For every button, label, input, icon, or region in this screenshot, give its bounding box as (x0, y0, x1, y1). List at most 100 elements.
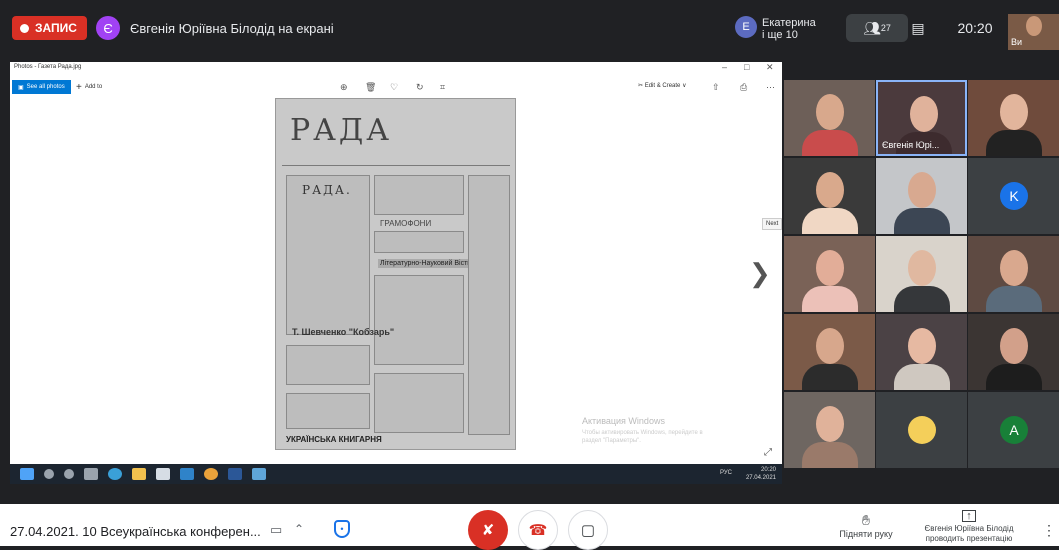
participants-count: 27 (880, 23, 891, 33)
participant-tile-active[interactable]: Євгенія Юрі... (876, 80, 967, 156)
newspaper-masthead: РАДА (290, 113, 393, 148)
participant-tile[interactable] (784, 392, 875, 468)
participant-face (908, 250, 936, 286)
meeting-title[interactable]: 27.04.2021. 10 Всеукраїнська конферен... (10, 524, 261, 539)
participant-face (908, 172, 936, 208)
mic-off-button[interactable]: ✘ (468, 510, 508, 550)
tray-date: 27.04.2021 (745, 475, 776, 481)
windows-activation-title: Активация Windows (582, 416, 665, 426)
recording-badge[interactable]: ЗАПИС (12, 16, 87, 40)
people-icon: 👥︎ (863, 19, 881, 36)
participant-tile[interactable] (784, 314, 875, 390)
more-icon[interactable]: ⋯ (766, 82, 775, 93)
participant-body (802, 364, 858, 390)
participant-body (986, 130, 1042, 156)
chat-icon: ▤ (911, 19, 925, 36)
tray-time: 20:20 (760, 467, 776, 473)
edit-create-button[interactable]: ✂ Edit & Create ∨ (638, 82, 686, 89)
add-to-button[interactable]: + Add to (76, 80, 102, 94)
camera-icon: ▢ (580, 522, 596, 539)
task-view-icon[interactable] (84, 468, 98, 480)
shield-icon[interactable]: • (334, 520, 350, 538)
self-view-thumbnail[interactable]: Ви (1008, 14, 1059, 50)
tray-clock[interactable]: 20:20 27.04.2021 (746, 466, 776, 482)
share-icon[interactable]: ⇧ (712, 82, 720, 93)
participant-face (816, 94, 844, 130)
article-block (286, 393, 370, 429)
delete-icon[interactable]: 🗑︎ (365, 82, 376, 93)
meet-top-bar: ЗАПИС Є Євгенія Юріївна Білодід на екран… (0, 0, 1059, 62)
print-icon[interactable]: ⎙ (740, 82, 747, 93)
file-explorer-icon[interactable] (132, 468, 146, 480)
hang-up-icon: ☎ (528, 522, 548, 539)
participant-tile[interactable] (876, 314, 967, 390)
photos-icon[interactable] (252, 468, 266, 480)
plus-icon: + (76, 81, 82, 93)
participant-emoji-avatar (908, 416, 936, 444)
more-options-icon[interactable]: ⋮ (1042, 522, 1056, 539)
chevron-down-icon: ∨ (682, 83, 687, 89)
participant-tile-avatar[interactable]: K (968, 158, 1059, 234)
edit-icon: ✂ (638, 83, 644, 89)
mic-off-icon: ✘ (481, 522, 495, 539)
meet-bottom-bar: 27.04.2021. 10 Всеукраїнська конферен...… (0, 504, 1059, 550)
fullscreen-icon[interactable]: ⤢ (764, 447, 772, 458)
participant-tile[interactable] (968, 236, 1059, 312)
participant-tile[interactable] (968, 314, 1059, 390)
raise-hand-button[interactable]: ✋︎ Підняти руку (836, 512, 896, 539)
participant-tile[interactable] (876, 236, 967, 312)
speaker-more: і ще 10 (762, 29, 798, 41)
favorite-icon[interactable]: ♡ (390, 82, 398, 93)
raise-hand-label: Підняти руку (839, 529, 893, 539)
speaker-summary: Екатерина і ще 10 (762, 17, 816, 41)
see-all-photos-button[interactable]: ▣ See all photos (12, 80, 71, 94)
presenter-avatar: Є (96, 16, 120, 40)
edge-icon[interactable] (108, 468, 122, 480)
participant-face (1000, 94, 1028, 130)
record-dot-icon (20, 23, 29, 33)
restore-icon[interactable]: □ (744, 62, 749, 72)
next-arrow-icon[interactable]: ❯ (749, 258, 771, 289)
newspaper-image: РАДА РАДА. ГРАМОФОНИ Літературно-Наукови… (275, 98, 516, 450)
info-icon[interactable]: ▭ (270, 522, 282, 538)
crop-icon[interactable]: ⌗ (440, 82, 445, 93)
participant-tile[interactable] (968, 80, 1059, 156)
minimize-icon[interactable]: – (722, 62, 727, 72)
presenting-button[interactable]: ↑ Євгенія Юріївна Білодід проводить през… (914, 510, 1024, 544)
chat-button[interactable]: ▤ (898, 14, 938, 42)
add-to-label: Add to (84, 84, 103, 90)
presenting-label: Євгенія Юріївна Білодід проводить презен… (924, 524, 1014, 543)
cortana-icon[interactable] (64, 469, 74, 479)
end-call-button[interactable]: ☎ (518, 510, 558, 550)
participant-face (908, 328, 936, 364)
word-icon[interactable] (228, 468, 242, 480)
zoom-icon[interactable]: ⊕ (340, 82, 348, 93)
participant-tile[interactable] (784, 80, 875, 156)
participant-tile-avatar[interactable]: A (968, 392, 1059, 468)
search-icon[interactable] (44, 469, 54, 479)
participant-tile-avatar[interactable] (876, 392, 967, 468)
participant-body (802, 286, 858, 312)
store-icon[interactable] (156, 468, 170, 480)
participant-tile[interactable] (784, 236, 875, 312)
photos-window-title: Photos - Газета Рада.jpg (14, 64, 82, 70)
rotate-icon[interactable]: ↻ (416, 82, 424, 93)
participant-tile[interactable] (784, 158, 875, 234)
participant-body (986, 364, 1042, 390)
self-label: Ви (1011, 37, 1023, 47)
participant-face (816, 172, 844, 208)
tray-language[interactable]: РУС (720, 470, 732, 476)
participant-face (910, 96, 938, 132)
chrome-icon[interactable] (204, 468, 218, 480)
start-icon[interactable] (20, 468, 34, 480)
close-icon[interactable]: ✕ (766, 62, 774, 73)
participant-tile[interactable] (876, 158, 967, 234)
clock: 20:20 (957, 20, 993, 36)
chevron-up-icon[interactable]: ⌃ (294, 522, 304, 536)
camera-button[interactable]: ▢ (568, 510, 608, 550)
mail-icon[interactable] (180, 468, 194, 480)
gallery-icon: ▣ (18, 84, 24, 91)
article-block (286, 345, 370, 385)
bookstore-ad: УКРАЇНСЬКА КНИГАРНЯ (286, 435, 382, 444)
newspaper-sub-masthead: РАДА. (302, 183, 352, 197)
